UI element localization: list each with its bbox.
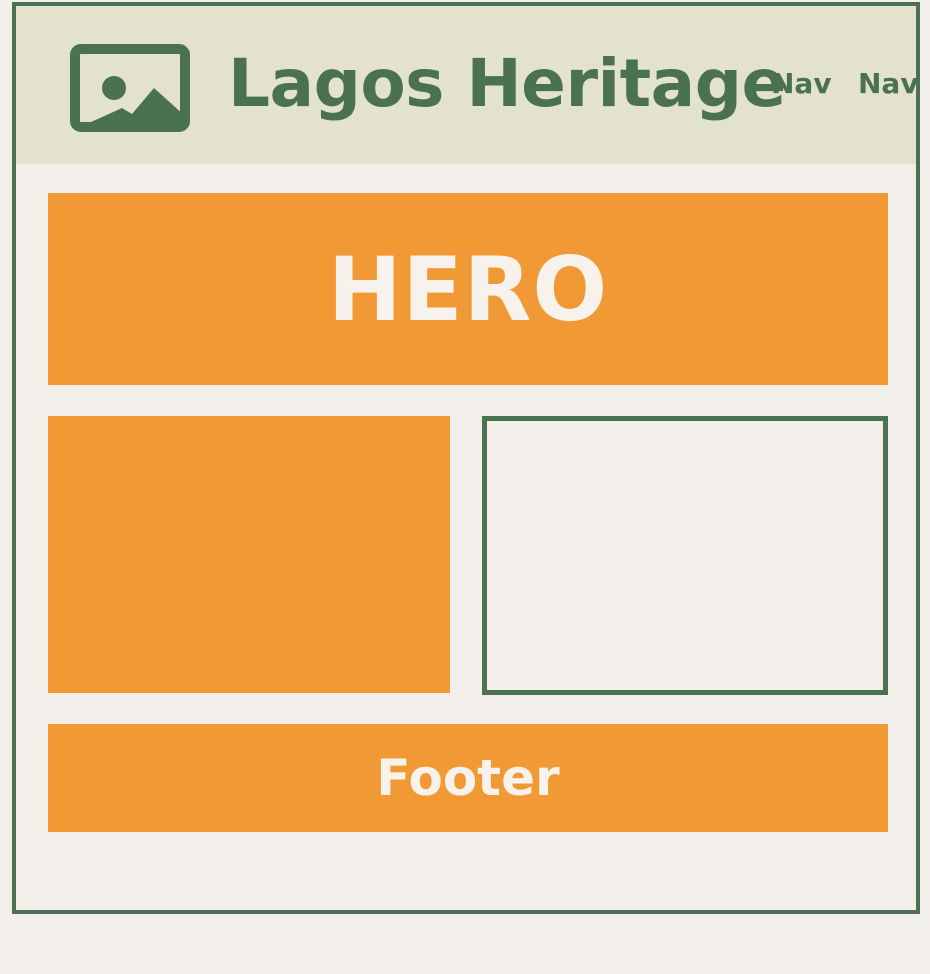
content-panel-left <box>48 416 450 693</box>
nav-link-2[interactable]: Nav <box>858 64 919 104</box>
hero-section: HERO <box>48 193 888 385</box>
hero-label: HERO <box>327 237 609 341</box>
footer-label: Footer <box>376 749 560 807</box>
site-title: Lagos Heritage <box>228 45 786 122</box>
image-placeholder-icon <box>70 44 190 132</box>
page-frame: Lagos Heritage Nav Nav HERO Footer <box>12 2 920 914</box>
footer: Footer <box>48 724 888 832</box>
content-panel-right <box>482 416 888 695</box>
header: Lagos Heritage Nav Nav <box>16 6 919 164</box>
nav-link-1[interactable]: Nav <box>771 64 832 104</box>
